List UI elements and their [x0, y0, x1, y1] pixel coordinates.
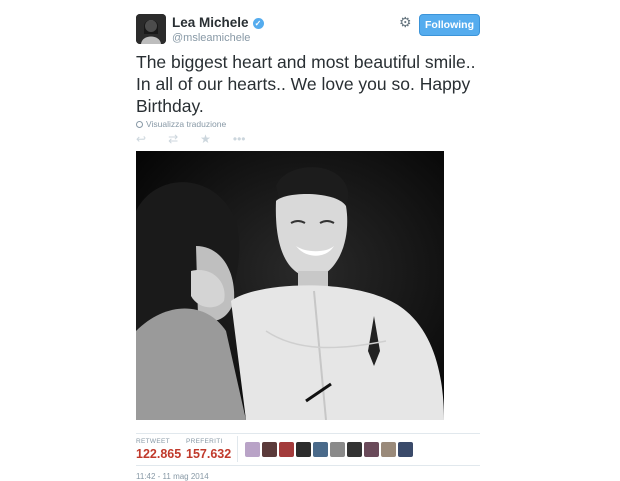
favoriter-avatar[interactable] [279, 442, 294, 457]
verified-icon: ✓ [252, 18, 264, 29]
favorite-label: PREFERITI [186, 438, 223, 445]
tweet-photo[interactable] [136, 151, 444, 420]
favoriter-avatar[interactable] [364, 442, 379, 457]
globe-icon [136, 120, 143, 128]
favorite-count[interactable]: 157.632 [186, 447, 231, 461]
stats-separator [237, 436, 238, 462]
favoriter-avatar[interactable] [313, 442, 328, 457]
user-name[interactable]: Lea Michele ✓ [172, 15, 264, 30]
favoriter-avatar[interactable] [330, 442, 345, 457]
favoriter-avatar[interactable] [296, 442, 311, 457]
tweet-text: The biggest heart and most beautiful smi… [136, 52, 476, 116]
favorite-icon[interactable]: ★ [200, 132, 211, 146]
reply-icon[interactable]: ↩ [136, 132, 146, 146]
more-icon[interactable]: ••• [233, 132, 246, 146]
user-handle[interactable]: @msleamichele [172, 32, 250, 44]
retweet-count[interactable]: 122.865 [136, 447, 181, 461]
favoriter-avatar[interactable] [245, 442, 260, 457]
avatar[interactable] [136, 14, 166, 44]
following-button[interactable]: Following [419, 14, 480, 36]
retweet-stat[interactable]: RETWEET 122.865 [136, 438, 181, 461]
tweet-actions: ↩ ⇄ ★ ••• [136, 132, 268, 146]
favoriter-avatars [245, 442, 413, 457]
translate-link[interactable]: Visualizza traduzione [136, 119, 226, 129]
user-name-text[interactable]: Lea Michele [172, 15, 249, 30]
divider-bottom [136, 465, 480, 466]
favoriter-avatar[interactable] [398, 442, 413, 457]
favorite-stat[interactable]: PREFERITI 157.632 [186, 438, 231, 461]
tweet-timestamp[interactable]: 11:42 - 11 mag 2014 [136, 472, 209, 481]
gear-icon[interactable]: ⚙ [399, 15, 413, 29]
divider-top [136, 433, 480, 434]
favoriter-avatar[interactable] [262, 442, 277, 457]
favoriter-avatar[interactable] [381, 442, 396, 457]
tweet-card: Lea Michele ✓ @msleamichele ⚙ Following T… [0, 0, 620, 481]
favoriter-avatar[interactable] [347, 442, 362, 457]
translate-label[interactable]: Visualizza traduzione [146, 119, 226, 129]
retweet-icon[interactable]: ⇄ [168, 132, 178, 146]
retweet-label: RETWEET [136, 438, 170, 445]
